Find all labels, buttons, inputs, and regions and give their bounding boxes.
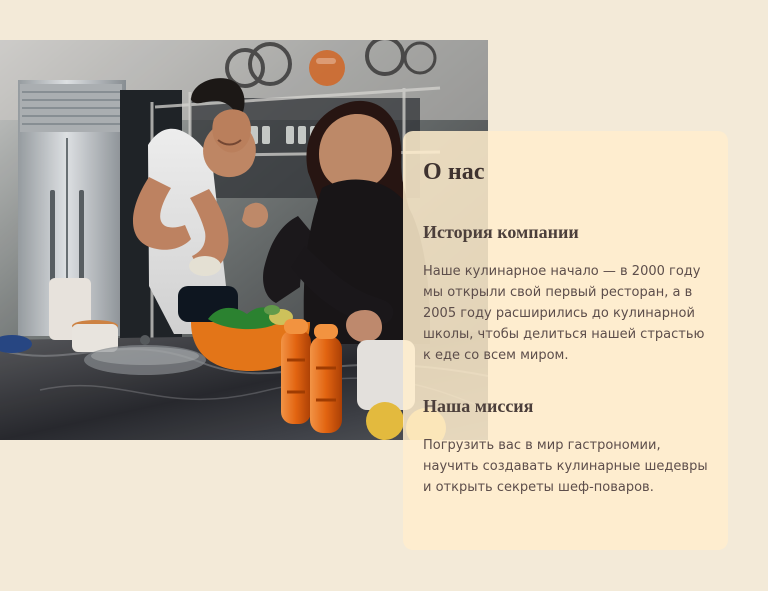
mission-title: Наша миссия	[423, 396, 534, 417]
page-title: О нас	[423, 159, 485, 185]
history-title: История компании	[423, 222, 579, 243]
history-section: История компании Наше кулинарное начало …	[423, 223, 706, 366]
history-text: Наше кулинарное начало — в 2000 году мы …	[423, 264, 705, 364]
mission-text: Погрузить вас в мир гастрономии, научить…	[423, 437, 708, 495]
mission-section: Наша миссия Погрузить вас в мир гастроно…	[423, 396, 708, 498]
about-card: О нас История компании Наше кулинарное н…	[403, 131, 728, 550]
